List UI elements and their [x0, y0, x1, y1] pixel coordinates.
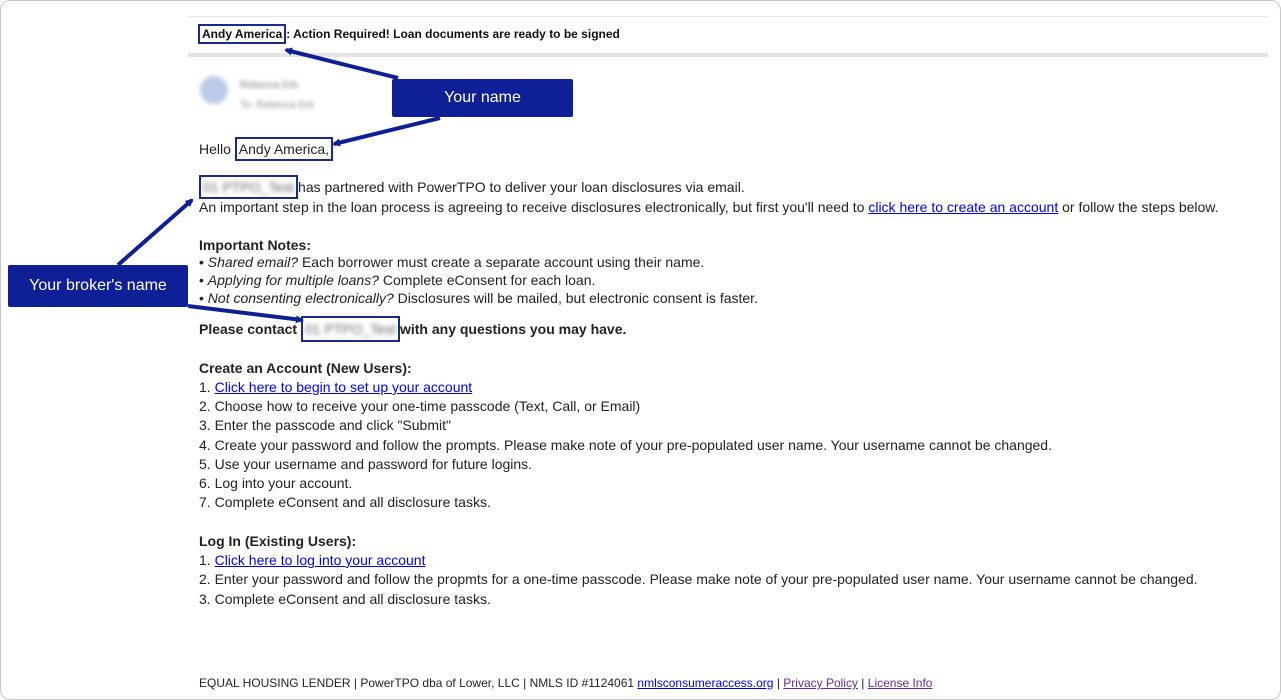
- create-step: 4. Create your password and follow the p…: [199, 436, 1052, 455]
- subject-text: Action Required! Loan documents are read…: [290, 27, 620, 41]
- note-item: • Not consenting electronically? Disclos…: [199, 290, 758, 306]
- email-subject: Andy America: Action Required! Loan docu…: [198, 24, 620, 44]
- intro-text: has partnered with PowerTPO to deliver y…: [298, 179, 745, 195]
- sender-avatar: [200, 76, 228, 104]
- step-line: An important step in the loan process is…: [199, 198, 1219, 217]
- setup-account-link[interactable]: Click here to begin to set up your accou…: [215, 379, 473, 395]
- broker-name: 01 PTPO_Test: [203, 179, 295, 195]
- intro-line: 01 PTPO_Test has partnered with PowerTPO …: [199, 175, 745, 199]
- login-step: 3. Complete eConsent and all disclosure …: [199, 590, 491, 609]
- step-text: Log into your account.: [214, 475, 353, 491]
- create-step: 3. Enter the passcode and click "Submit": [199, 416, 451, 435]
- footer-separator: |: [773, 676, 784, 690]
- create-account-heading: Create an Account (New Users):: [199, 360, 412, 376]
- subject-recipient-name: Andy America: [198, 24, 287, 44]
- step-number: 4.: [199, 437, 215, 453]
- broker-name-box: 01 PTPO_Test: [199, 175, 299, 199]
- step-text: Create your password and follow the prom…: [214, 437, 1052, 453]
- step-text: Use your username and password for futur…: [214, 456, 533, 472]
- greeting-prefix: Hello: [199, 141, 235, 157]
- step-text: Complete eConsent and all disclosure tas…: [214, 494, 491, 510]
- step-suffix: or follow the steps below.: [1058, 199, 1219, 215]
- license-info-link[interactable]: License Info: [868, 676, 933, 690]
- step-text: Choose how to receive your one-time pass…: [214, 398, 641, 414]
- step-number: 2.: [199, 398, 215, 414]
- create-step: 5. Use your username and password for fu…: [199, 455, 532, 474]
- create-step: 2. Choose how to receive your one-time p…: [199, 397, 640, 416]
- contact-prefix: Please contact: [199, 321, 301, 337]
- contact-name-box: 01 PTPO_Test: [300, 316, 400, 342]
- greeting: Hello Andy America,: [199, 137, 334, 161]
- sender-recipient: To: Rebecca Erb: [240, 100, 314, 111]
- note-emphasis: Not consenting electronically?: [207, 290, 394, 306]
- step-number: 3.: [199, 591, 215, 607]
- note-text: Complete eConsent for each loan.: [379, 272, 596, 288]
- create-step: 6. Log into your account.: [199, 474, 352, 493]
- step-number: 5.: [199, 456, 215, 472]
- login-heading: Log In (Existing Users):: [199, 533, 357, 549]
- broker-name-callout: Your broker's name: [8, 265, 188, 307]
- login-step: 2. Enter your password and follow the pr…: [199, 570, 1198, 589]
- note-text: Disclosures will be mailed, but electron…: [393, 290, 758, 306]
- sender-name: Rebecca Erb: [240, 80, 298, 91]
- create-account-link[interactable]: click here to create an account: [868, 199, 1058, 215]
- note-emphasis: Applying for multiple loans?: [207, 272, 380, 288]
- step-number: 1.: [199, 552, 215, 568]
- screenshot-frame: [0, 0, 1281, 700]
- step-number: 7.: [199, 494, 215, 510]
- footer-text: EQUAL HOUSING LENDER | PowerTPO dba of L…: [199, 676, 638, 690]
- step-text: An important step in the loan process is…: [199, 199, 869, 215]
- email-subject-bar: Andy America: Action Required! Loan docu…: [188, 16, 1268, 57]
- footer-separator: |: [857, 676, 868, 690]
- email-footer: EQUAL HOUSING LENDER | PowerTPO dba of L…: [199, 676, 932, 690]
- step-number: 3.: [199, 417, 215, 433]
- step-number: 1.: [199, 379, 215, 395]
- nmls-link[interactable]: nmlsconsumeraccess.org: [637, 676, 773, 690]
- step-text: Enter your password and follow the propm…: [214, 571, 1198, 587]
- note-emphasis: Shared email?: [207, 254, 299, 270]
- privacy-policy-link[interactable]: Privacy Policy: [783, 676, 858, 690]
- login-step: 1. Click here to log into your account: [199, 551, 425, 570]
- contact-suffix: with any questions you may have.: [399, 321, 627, 337]
- note-item: • Applying for multiple loans? Complete …: [199, 272, 596, 288]
- step-text: Complete eConsent and all disclosure tas…: [214, 591, 491, 607]
- note-item: • Shared email? Each borrower must creat…: [199, 254, 705, 270]
- contact-name: 01 PTPO_Test: [304, 321, 396, 337]
- create-step: 7. Complete eConsent and all disclosure …: [199, 493, 491, 512]
- greeting-name: Andy America,: [234, 137, 334, 161]
- note-text: Each borrower must create a separate acc…: [298, 254, 705, 270]
- step-number: 6.: [199, 475, 215, 491]
- contact-line: Please contact 01 PTPO_Test with any ques…: [199, 316, 627, 342]
- your-name-callout: Your name: [392, 79, 573, 117]
- login-link[interactable]: Click here to log into your account: [215, 552, 426, 568]
- step-text: Enter the passcode and click "Submit": [214, 417, 451, 433]
- create-step: 1. Click here to begin to set up your ac…: [199, 378, 472, 397]
- step-number: 2.: [199, 571, 215, 587]
